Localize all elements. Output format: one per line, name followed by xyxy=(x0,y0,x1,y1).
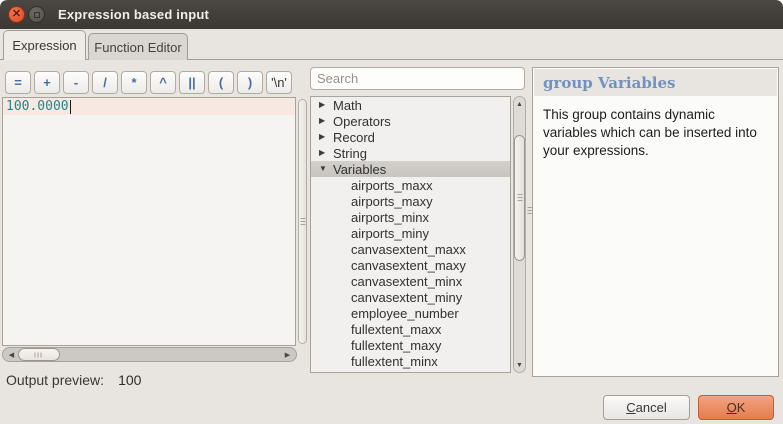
editor-horizontal-scrollbar[interactable]: ◀ ▶ xyxy=(2,347,297,362)
operator-button-2[interactable]: - xyxy=(63,71,89,94)
output-preview-label: Output preview: xyxy=(6,372,104,388)
tab-function-editor[interactable]: Function Editor xyxy=(88,33,188,60)
tab-bar: Expression Function Editor xyxy=(0,29,783,60)
tree-item-Variables[interactable]: ▼ Variables xyxy=(311,161,510,177)
scroll-down-icon[interactable]: ▼ xyxy=(514,359,525,371)
tree-item-label: airports_minx xyxy=(351,210,429,225)
operator-button-0[interactable]: = xyxy=(5,71,31,94)
tree-item-label: fullextent_maxy xyxy=(351,338,441,353)
search-input[interactable] xyxy=(310,67,525,90)
tree-item-airports_maxy[interactable]: airports_maxy xyxy=(311,193,510,209)
window-title: Expression based input xyxy=(58,7,209,22)
tree-item-airports_minx[interactable]: airports_minx xyxy=(311,209,510,225)
function-tree: ▶Math▶Operators▶Record▶String▼Variablesa… xyxy=(310,96,511,373)
tree-vertical-scrollbar[interactable]: ▲ ▼ xyxy=(513,96,526,373)
close-icon[interactable]: ✕ xyxy=(8,6,25,23)
operator-button-7[interactable]: ( xyxy=(208,71,234,94)
help-title: group Variables xyxy=(534,74,676,92)
operator-button-1[interactable]: + xyxy=(34,71,60,94)
tree-item-canvasextent_maxx[interactable]: canvasextent_maxx xyxy=(311,241,510,257)
tree-item-label: Operators xyxy=(333,114,391,129)
tree-item-airports_miny[interactable]: airports_miny xyxy=(311,225,510,241)
tree-item-fullextent_miny[interactable]: fullextent_miny xyxy=(311,369,510,373)
help-header: group Variables xyxy=(534,69,777,96)
expression-editor[interactable]: 100.0000 xyxy=(2,97,296,346)
tree-item-label: String xyxy=(333,146,367,161)
tree-item-label: fullextent_miny xyxy=(351,370,438,374)
operator-button-4[interactable]: * xyxy=(121,71,147,94)
chevron-right-icon[interactable]: ▶ xyxy=(319,149,329,157)
operator-button-9[interactable]: '\n' xyxy=(266,71,292,94)
tree-item-employee_number[interactable]: employee_number xyxy=(311,305,510,321)
tree-item-label: canvasextent_minx xyxy=(351,274,462,289)
chevron-right-icon[interactable]: ▶ xyxy=(319,117,329,125)
tree-item-canvasextent_minx[interactable]: canvasextent_minx xyxy=(311,273,510,289)
editor-vertical-scrollbar[interactable] xyxy=(298,99,307,344)
tree-item-label: canvasextent_maxy xyxy=(351,258,466,273)
ok-button[interactable]: OK xyxy=(698,395,774,420)
tree-item-canvasextent_miny[interactable]: canvasextent_miny xyxy=(311,289,510,305)
tree-item-String[interactable]: ▶ String xyxy=(311,145,510,161)
titlebar: ✕ Expression based input xyxy=(0,0,783,29)
tree-item-fullextent_minx[interactable]: fullextent_minx xyxy=(311,353,510,369)
operator-button-3[interactable]: / xyxy=(92,71,118,94)
help-body: This group contains dynamic variables wh… xyxy=(533,97,778,160)
tree-item-label: fullextent_minx xyxy=(351,354,438,369)
tree-item-Operators[interactable]: ▶ Operators xyxy=(311,113,510,129)
tree-item-label: canvasextent_miny xyxy=(351,290,462,305)
tree-item-label: Variables xyxy=(333,162,386,177)
tree-item-fullextent_maxx[interactable]: fullextent_maxx xyxy=(311,321,510,337)
chevron-right-icon[interactable]: ▶ xyxy=(319,133,329,141)
chevron-right-icon[interactable]: ▶ xyxy=(319,101,329,109)
tree-item-Record[interactable]: ▶ Record xyxy=(311,129,510,145)
output-preview-row: Output preview: 100 xyxy=(6,372,141,388)
tree-item-Math[interactable]: ▶ Math xyxy=(311,97,510,113)
operator-button-5[interactable]: ^ xyxy=(150,71,176,94)
tree-item-label: Record xyxy=(333,130,375,145)
current-line: 100.0000 xyxy=(3,98,295,115)
operator-button-row: =+-/*^||()'\n' xyxy=(5,71,292,94)
operator-button-8[interactable]: ) xyxy=(237,71,263,94)
expression-code: 100.0000 xyxy=(3,99,69,114)
tree-item-label: canvasextent_maxx xyxy=(351,242,466,257)
output-preview-value: 100 xyxy=(118,372,141,388)
tree-item-label: Math xyxy=(333,98,362,113)
scroll-left-icon[interactable]: ◀ xyxy=(5,349,18,360)
tab-expression[interactable]: Expression xyxy=(3,30,86,60)
tree-item-label: airports_maxy xyxy=(351,194,433,209)
help-panel: group Variables This group contains dyna… xyxy=(532,67,779,377)
expression-dialog: ✕ Expression based input Expression Func… xyxy=(0,0,783,424)
tree-item-fullextent_maxy[interactable]: fullextent_maxy xyxy=(311,337,510,353)
tree-item-label: airports_miny xyxy=(351,226,429,241)
cancel-button[interactable]: Cancel xyxy=(603,395,690,420)
chevron-down-icon[interactable]: ▼ xyxy=(319,165,329,173)
tree-item-canvasextent_maxy[interactable]: canvasextent_maxy xyxy=(311,257,510,273)
tree-item-label: employee_number xyxy=(351,306,459,321)
text-cursor xyxy=(70,100,71,114)
tree-item-label: fullextent_maxx xyxy=(351,322,441,337)
operator-button-6[interactable]: || xyxy=(179,71,205,94)
tree-item-label: airports_maxx xyxy=(351,178,433,193)
scroll-up-icon[interactable]: ▲ xyxy=(514,98,525,110)
scroll-right-icon[interactable]: ▶ xyxy=(281,349,294,360)
tree-item-airports_maxx[interactable]: airports_maxx xyxy=(311,177,510,193)
maximize-icon[interactable] xyxy=(28,6,45,23)
